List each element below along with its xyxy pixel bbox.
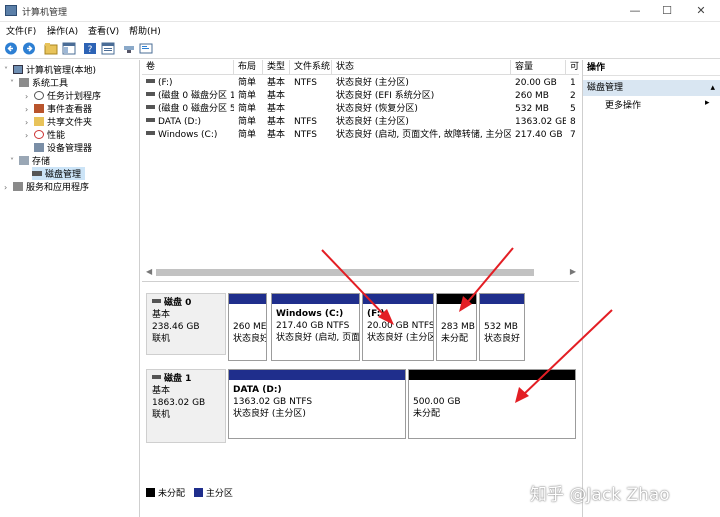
scroll-left-icon[interactable]: ◀	[146, 267, 152, 276]
device-manager-icon	[34, 143, 44, 152]
disk-icon	[152, 375, 161, 379]
tree-performance[interactable]: › 性能	[25, 128, 65, 141]
window-title: 计算机管理	[22, 8, 68, 18]
primary-swatch	[193, 488, 203, 497]
connect-icon[interactable]	[122, 42, 136, 55]
disk-icon	[152, 299, 161, 303]
col-status[interactable]: 状态	[332, 60, 511, 75]
disk-management-icon	[32, 171, 42, 176]
volume-icon	[146, 105, 155, 109]
maximize-button[interactable]: ☐	[658, 4, 676, 18]
console-icon[interactable]	[139, 42, 153, 55]
table-row[interactable]: (磁盘 0 磁盘分区 5) 简单 基本 状态良好 (恢复分区) 532 MB 5	[142, 103, 579, 116]
volume-icon	[146, 79, 155, 83]
tools-icon	[19, 78, 29, 87]
disk-map: 磁盘 0 基本 238.46 GB 联机 260 ME 状态良好 Windows…	[142, 283, 579, 517]
volume-list: 卷 布局 类型 文件系统 状态 容量 可 (F:) 简单 基本 NTFS 状态良…	[142, 60, 579, 282]
close-button[interactable]: ✕	[692, 4, 710, 18]
performance-icon	[34, 130, 44, 139]
scroll-right-icon[interactable]: ▶	[570, 267, 576, 276]
table-row[interactable]: Windows (C:) 简单 基本 NTFS 状态良好 (启动, 页面文件, …	[142, 129, 579, 142]
menu-file[interactable]: 文件(F)	[6, 24, 36, 37]
title-bar: 计算机管理 — ☐ ✕	[0, 0, 720, 22]
disk1-unallocated[interactable]: 500.00 GB 未分配	[408, 369, 576, 439]
disk1-partition-data[interactable]: DATA (D:) 1363.02 GB NTFS 状态良好 (主分区)	[228, 369, 406, 439]
watermark: 知乎 @Jack Zhao	[530, 485, 670, 505]
up-folder-icon[interactable]	[44, 42, 58, 55]
disk-1-label[interactable]: 磁盘 1 基本 1863.02 GB 联机	[146, 369, 226, 443]
actions-pane: 操作 磁盘管理 ▴ 更多操作 ▸	[582, 60, 720, 517]
col-volume[interactable]: 卷	[142, 60, 234, 75]
tree-root[interactable]: ˅ 计算机管理(本地)	[4, 63, 96, 76]
disk-0-label[interactable]: 磁盘 0 基本 238.46 GB 联机	[146, 293, 226, 355]
volume-icon	[146, 131, 155, 135]
show-hide-tree-icon[interactable]	[62, 42, 76, 55]
tree-services-apps[interactable]: › 服务和应用程序	[4, 180, 89, 193]
services-icon	[13, 182, 23, 191]
scroll-thumb[interactable]	[156, 269, 534, 276]
col-free[interactable]: 可	[566, 60, 579, 75]
navigation-tree: ˅ 计算机管理(本地) ˅ 系统工具 › 任务计划程序 › 事件查看器 › 共享文件夹 ›…	[0, 60, 140, 517]
computer-management-icon	[5, 5, 17, 16]
horizontal-scrollbar[interactable]: ◀ ▶	[146, 267, 576, 278]
back-icon[interactable]	[4, 42, 18, 55]
menu-action[interactable]: 操作(A)	[47, 24, 78, 37]
clock-icon	[34, 91, 44, 100]
menu-help[interactable]: 帮助(H)	[129, 24, 161, 37]
computer-icon	[13, 65, 23, 74]
tree-disk-management[interactable]: 磁盘管理	[32, 167, 86, 180]
actions-section-disk-management[interactable]: 磁盘管理 ▴	[583, 80, 720, 96]
minimize-button[interactable]: —	[626, 4, 644, 18]
tree-task-scheduler[interactable]: › 任务计划程序	[25, 89, 101, 102]
table-row[interactable]: (磁盘 0 磁盘分区 1) 简单 基本 状态良好 (EFI 系统分区) 260 …	[142, 90, 579, 103]
volume-list-header: 卷 布局 类型 文件系统 状态 容量 可	[142, 60, 579, 75]
menu-bar: 文件(F) 操作(A) 查看(V) 帮助(H)	[0, 22, 720, 39]
table-row[interactable]: (F:) 简单 基本 NTFS 状态良好 (主分区) 20.00 GB 1	[142, 77, 579, 90]
tree-event-viewer[interactable]: › 事件查看器	[25, 102, 92, 115]
disk0-partition-efi[interactable]: 260 ME 状态良好	[228, 293, 267, 361]
event-viewer-icon	[34, 104, 44, 113]
disk0-unallocated[interactable]: 283 MB 未分配	[436, 293, 477, 361]
table-row[interactable]: DATA (D:) 简单 基本 NTFS 状态良好 (主分区) 1363.02 …	[142, 116, 579, 129]
disk0-partition-f[interactable]: (F:) 20.00 GB NTFS 状态良好 (主分区	[362, 293, 434, 361]
toolbar: ?	[0, 39, 720, 59]
submenu-arrow-icon: ▸	[705, 98, 710, 108]
storage-icon	[19, 156, 29, 165]
unallocated-swatch	[146, 488, 155, 497]
volume-icon	[146, 92, 155, 96]
col-layout[interactable]: 布局	[234, 60, 263, 75]
col-capacity[interactable]: 容量	[511, 60, 566, 75]
help-icon[interactable]: ?	[83, 42, 97, 55]
actions-title: 操作	[583, 60, 720, 76]
disk0-partition-windows[interactable]: Windows (C:) 217.40 GB NTFS 状态良好 (启动, 页面	[271, 293, 360, 361]
tree-storage[interactable]: ˅ 存储	[10, 154, 50, 167]
properties-icon[interactable]	[101, 42, 115, 55]
disk0-partition-recovery[interactable]: 532 MB 状态良好	[479, 293, 525, 361]
menu-view[interactable]: 查看(V)	[88, 24, 119, 37]
shared-folder-icon	[34, 117, 44, 126]
col-filesystem[interactable]: 文件系统	[290, 60, 332, 75]
more-actions[interactable]: 更多操作 ▸	[605, 98, 710, 111]
forward-icon[interactable]	[22, 42, 36, 55]
legend: 未分配 主分区	[146, 486, 233, 499]
tree-system-tools[interactable]: ˅ 系统工具	[10, 76, 68, 89]
tree-device-manager[interactable]: 设备管理器	[34, 141, 92, 154]
collapse-icon[interactable]: ▴	[710, 80, 715, 96]
volume-icon	[146, 118, 155, 122]
col-type[interactable]: 类型	[263, 60, 290, 75]
svg-text:?: ?	[88, 45, 93, 55]
tree-shared-folders[interactable]: › 共享文件夹	[25, 115, 92, 128]
